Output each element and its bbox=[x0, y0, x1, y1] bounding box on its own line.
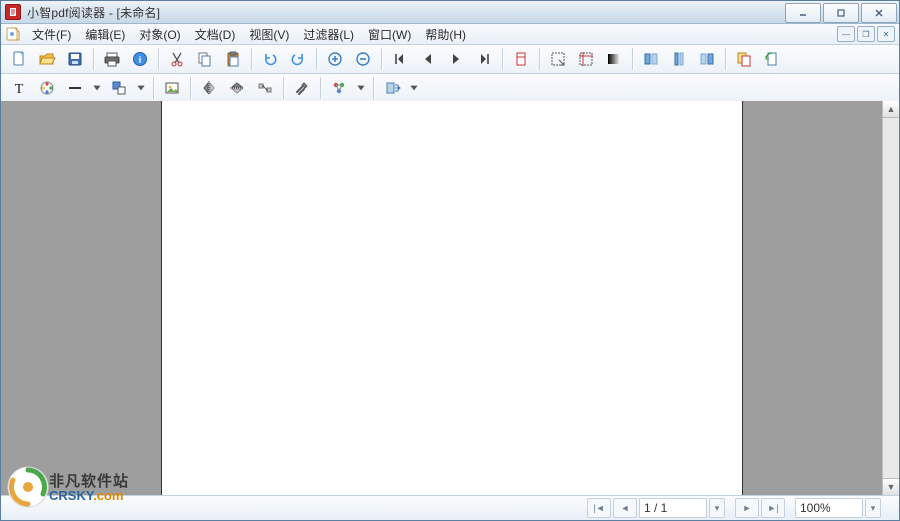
separator bbox=[381, 48, 382, 70]
window-title: 小智pdf阅读器 - [未命名] bbox=[27, 4, 160, 21]
vertical-scrollbar[interactable]: ▲ ▼ bbox=[882, 101, 899, 495]
menu-object[interactable]: 对象(O) bbox=[132, 23, 187, 46]
svg-text:T: T bbox=[15, 82, 24, 97]
prev-page-button[interactable] bbox=[415, 46, 441, 72]
app-icon bbox=[5, 4, 21, 20]
mdi-close-button[interactable]: ✕ bbox=[877, 26, 895, 42]
resize-dropdown-icon[interactable] bbox=[407, 75, 421, 101]
open-button[interactable] bbox=[34, 46, 60, 72]
watermark-logo-icon bbox=[7, 466, 49, 508]
mdi-restore-button[interactable]: ❐ bbox=[857, 26, 875, 42]
left-gutter bbox=[1, 101, 161, 495]
app-window: 小智pdf阅读器 - [未命名] 文件(F) 编辑(E) 对象(O) 文档(D)… bbox=[0, 0, 900, 521]
page-layout-button[interactable] bbox=[508, 46, 534, 72]
print-button[interactable] bbox=[99, 46, 125, 72]
color-tool-button[interactable] bbox=[34, 75, 60, 101]
toolbar-tools: T bbox=[1, 74, 899, 103]
shape-tool-button[interactable] bbox=[106, 75, 132, 101]
status-last-page-button[interactable]: ►| bbox=[761, 498, 785, 518]
last-page-button[interactable] bbox=[471, 46, 497, 72]
nodes-tool-button[interactable] bbox=[326, 75, 352, 101]
separator bbox=[316, 48, 317, 70]
zoom-dropdown-icon[interactable]: ▾ bbox=[865, 498, 881, 518]
distribute-button[interactable] bbox=[252, 75, 278, 101]
shape-dropdown-icon[interactable] bbox=[134, 75, 148, 101]
menu-edit[interactable]: 编辑(E) bbox=[78, 23, 132, 46]
status-next-page-button[interactable]: ► bbox=[735, 498, 759, 518]
nodes-dropdown-icon[interactable] bbox=[354, 75, 368, 101]
select-tool-button[interactable] bbox=[545, 46, 571, 72]
info-button[interactable]: i bbox=[127, 46, 153, 72]
app-menu-icon[interactable] bbox=[5, 26, 21, 42]
gradient-tool-button[interactable] bbox=[601, 46, 627, 72]
align-center-button[interactable] bbox=[666, 46, 692, 72]
image-tool-button[interactable] bbox=[159, 75, 185, 101]
right-gutter bbox=[743, 101, 899, 495]
separator bbox=[251, 48, 252, 70]
page-dropdown-icon[interactable]: ▾ bbox=[709, 498, 725, 518]
next-page-button[interactable] bbox=[443, 46, 469, 72]
settings-button[interactable] bbox=[289, 75, 315, 101]
maximize-button[interactable] bbox=[823, 3, 859, 23]
text-tool-button[interactable]: T bbox=[6, 75, 32, 101]
document-page[interactable] bbox=[161, 101, 743, 495]
document-viewport bbox=[1, 101, 899, 495]
undo-button[interactable] bbox=[257, 46, 283, 72]
paste-button[interactable] bbox=[220, 46, 246, 72]
separator bbox=[283, 77, 284, 99]
rotate-page-button[interactable] bbox=[759, 46, 785, 72]
clone-page-button[interactable] bbox=[731, 46, 757, 72]
menu-file[interactable]: 文件(F) bbox=[25, 23, 78, 46]
cut-button[interactable] bbox=[164, 46, 190, 72]
align-left-button[interactable] bbox=[638, 46, 664, 72]
separator bbox=[725, 48, 726, 70]
align-right-button[interactable] bbox=[694, 46, 720, 72]
separator bbox=[320, 77, 321, 99]
flip-vertical-button[interactable] bbox=[224, 75, 250, 101]
line-dropdown-icon[interactable] bbox=[90, 75, 104, 101]
separator bbox=[93, 48, 94, 70]
menu-document[interactable]: 文档(D) bbox=[188, 23, 243, 46]
separator bbox=[158, 48, 159, 70]
close-button[interactable] bbox=[861, 3, 897, 23]
copy-button[interactable] bbox=[192, 46, 218, 72]
zoom-in-button[interactable] bbox=[322, 46, 348, 72]
status-first-page-button[interactable]: |◄ bbox=[587, 498, 611, 518]
separator bbox=[539, 48, 540, 70]
line-tool-button[interactable] bbox=[62, 75, 88, 101]
separator bbox=[502, 48, 503, 70]
redo-button[interactable] bbox=[285, 46, 311, 72]
flip-horizontal-button[interactable] bbox=[196, 75, 222, 101]
status-prev-page-button[interactable]: ◄ bbox=[613, 498, 637, 518]
menu-filter[interactable]: 过滤器(L) bbox=[296, 23, 361, 46]
separator bbox=[373, 77, 374, 99]
scroll-down-icon[interactable]: ▼ bbox=[883, 478, 899, 495]
mdi-minimize-button[interactable]: — bbox=[837, 26, 855, 42]
first-page-button[interactable] bbox=[387, 46, 413, 72]
page-number-field[interactable]: 1 / 1 bbox=[639, 498, 707, 518]
menu-window[interactable]: 窗口(W) bbox=[361, 23, 418, 46]
separator bbox=[632, 48, 633, 70]
crop-tool-button[interactable] bbox=[573, 46, 599, 72]
watermark: 非凡软件站 CRSKY.com bbox=[7, 466, 147, 510]
toolbar-main: i bbox=[1, 45, 899, 74]
zoom-field[interactable]: 100% bbox=[795, 498, 863, 518]
watermark-en-text: CRSKY.com bbox=[49, 488, 123, 503]
separator bbox=[153, 77, 154, 99]
zoom-out-button[interactable] bbox=[350, 46, 376, 72]
scroll-up-icon[interactable]: ▲ bbox=[883, 101, 899, 118]
titlebar: 小智pdf阅读器 - [未命名] bbox=[1, 1, 899, 24]
separator bbox=[190, 77, 191, 99]
resize-tool-button[interactable] bbox=[379, 75, 405, 101]
minimize-button[interactable] bbox=[785, 3, 821, 23]
save-button[interactable] bbox=[62, 46, 88, 72]
menubar: 文件(F) 编辑(E) 对象(O) 文档(D) 视图(V) 过滤器(L) 窗口(… bbox=[1, 24, 899, 45]
menu-view[interactable]: 视图(V) bbox=[242, 23, 296, 46]
new-button[interactable] bbox=[6, 46, 32, 72]
menu-help[interactable]: 帮助(H) bbox=[418, 23, 473, 46]
